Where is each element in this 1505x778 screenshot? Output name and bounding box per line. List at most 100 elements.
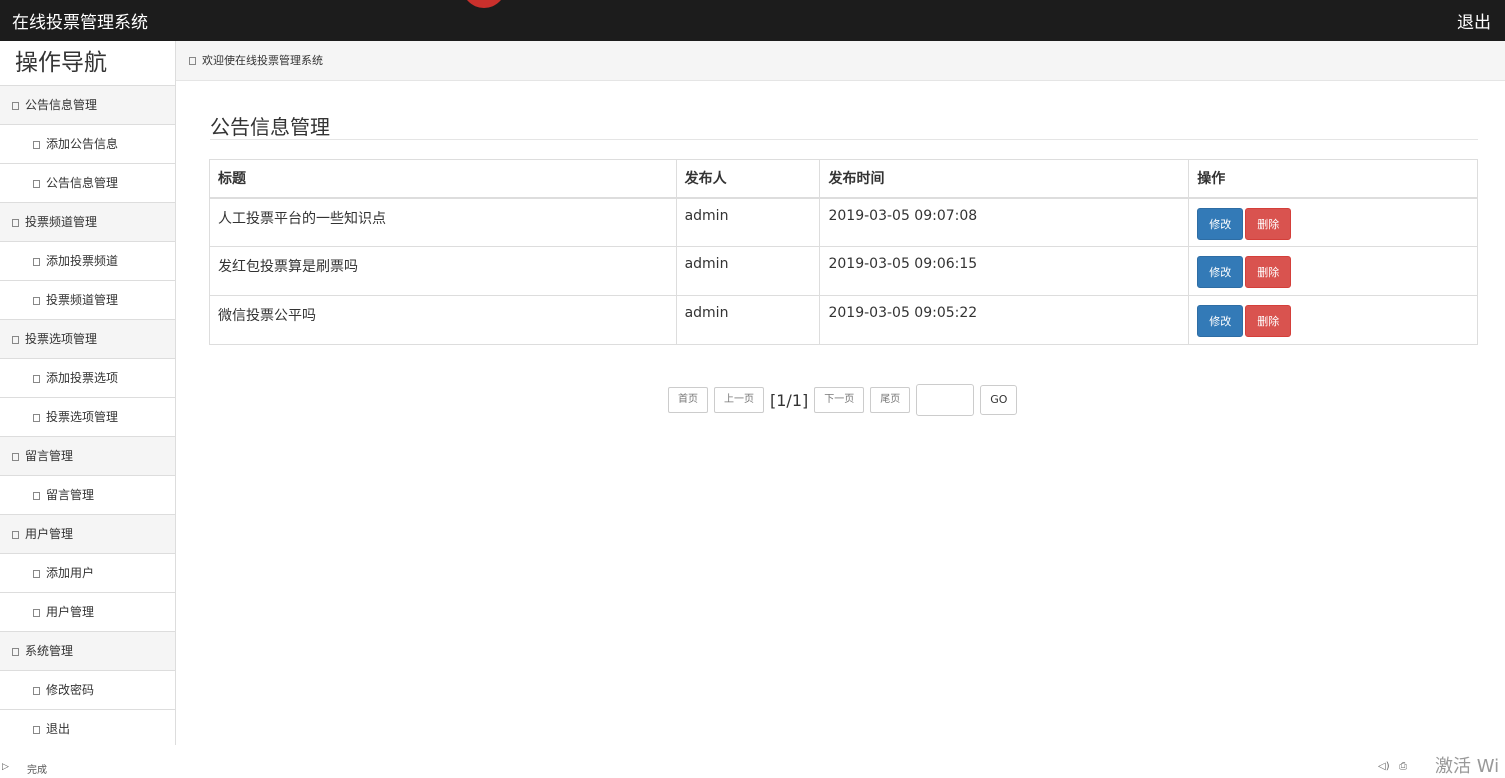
delete-button[interactable]: 删除 [1245, 256, 1292, 288]
tray-icons: ◁) ⎙ [1378, 761, 1407, 772]
column-header-title: 标题 [209, 159, 677, 199]
speaker-icon: ◁) [1378, 761, 1390, 772]
cell-time: 2019-03-05 09:07:08 [819, 197, 1190, 247]
sidebar-group-label: 公告信息管理 [25, 98, 98, 112]
square-icon [33, 375, 40, 383]
sidebar-item-change-password[interactable]: 修改密码 [0, 670, 175, 709]
prev-page-button[interactable]: 上一页 [714, 387, 764, 413]
delete-button[interactable]: 删除 [1245, 305, 1292, 337]
breadcrumb: 欢迎使在线投票管理系统 [176, 41, 1505, 81]
cell-publisher: admin [675, 197, 821, 247]
go-button[interactable]: GO [980, 385, 1018, 415]
sidebar-item-label: 添加公告信息 [46, 137, 119, 151]
square-icon [33, 258, 40, 266]
square-icon [12, 648, 19, 656]
sidebar-item-label: 退出 [46, 722, 71, 736]
square-icon [33, 141, 40, 149]
sidebar-item-manage-messages[interactable]: 留言管理 [0, 475, 175, 514]
top-navbar: 在线投票管理系统 退出 [0, 0, 1505, 41]
table-header-row: 标题 发布人 发布时间 操作 [209, 159, 1478, 199]
next-page-button[interactable]: 下一页 [814, 387, 865, 413]
sidebar-item-add-channel[interactable]: 添加投票频道 [0, 241, 175, 280]
square-icon [33, 414, 40, 422]
sidebar-group-system[interactable]: 系统管理 [0, 631, 175, 670]
sidebar-item-label: 投票选项管理 [46, 410, 119, 424]
sidebar-group-messages[interactable]: 留言管理 [0, 436, 175, 475]
sidebar-group-channels[interactable]: 投票频道管理 [0, 202, 175, 241]
sidebar-item-label: 公告信息管理 [46, 176, 119, 190]
cell-title: 人工投票平台的一些知识点 [209, 197, 677, 247]
sidebar-item-logout[interactable]: 退出 [0, 709, 175, 748]
table-row: 人工投票平台的一些知识点 admin 2019-03-05 09:07:08 修… [209, 197, 1478, 247]
print-icon: ⎙ [1399, 761, 1408, 772]
page-status-icon: ▷ [2, 762, 9, 772]
sidebar-item-manage-users[interactable]: 用户管理 [0, 592, 175, 631]
sidebar-title: 操作导航 [15, 50, 107, 76]
sidebar-item-manage-announcements[interactable]: 公告信息管理 [0, 163, 175, 202]
sidebar: 操作导航 公告信息管理 添加公告信息 公告信息管理 投票频道管理 添加投票频道 … [0, 41, 176, 748]
square-icon [33, 726, 40, 734]
square-icon [33, 492, 40, 500]
sidebar-group-label: 投票选项管理 [25, 332, 98, 346]
cell-actions: 修改 删除 [1188, 197, 1478, 247]
sidebar-group-users[interactable]: 用户管理 [0, 514, 175, 553]
delete-button[interactable]: 删除 [1245, 207, 1292, 240]
sidebar-item-label: 添加用户 [46, 566, 95, 580]
sidebar-item-add-option[interactable]: 添加投票选项 [0, 358, 175, 397]
sidebar-group-label: 留言管理 [25, 449, 74, 463]
square-icon [12, 219, 19, 227]
breadcrumb-text: 欢迎使在线投票管理系统 [202, 54, 323, 67]
sidebar-item-label: 添加投票频道 [46, 254, 119, 268]
sidebar-item-manage-options[interactable]: 投票选项管理 [0, 397, 175, 436]
announcement-table: 标题 发布人 发布时间 操作 人工投票平台的一些知识点 admin 2019-0… [209, 159, 1478, 345]
square-icon [12, 102, 19, 110]
sidebar-group-label: 用户管理 [25, 527, 74, 541]
page-number-input[interactable] [916, 384, 975, 416]
status-bar: ▷ 完成 ◁) ⎙ 激活 Wi [0, 756, 1505, 777]
square-icon [12, 453, 19, 461]
sidebar-group-options[interactable]: 投票选项管理 [0, 319, 175, 358]
sidebar-item-add-announcement[interactable]: 添加公告信息 [0, 124, 175, 163]
column-header-time: 发布时间 [819, 159, 1190, 199]
sidebar-group-announcements[interactable]: 公告信息管理 [0, 85, 175, 124]
table-row: 微信投票公平吗 admin 2019-03-05 09:05:22 修改 删除 [209, 295, 1478, 345]
square-icon [189, 57, 196, 65]
sidebar-item-label: 留言管理 [46, 488, 95, 502]
cell-time: 2019-03-05 09:06:15 [819, 246, 1190, 296]
sidebar-group-label: 投票频道管理 [25, 215, 98, 229]
square-icon [12, 336, 19, 344]
page-info: [1/1] [770, 390, 809, 410]
edit-button[interactable]: 修改 [1197, 305, 1244, 337]
square-icon [33, 687, 40, 695]
cell-publisher: admin [675, 246, 821, 296]
sidebar-item-label: 修改密码 [46, 683, 95, 697]
edit-button[interactable]: 修改 [1197, 207, 1244, 240]
column-header-actions: 操作 [1188, 159, 1478, 199]
sidebar-group-label: 系统管理 [25, 644, 74, 658]
status-text: 完成 [27, 765, 47, 776]
logout-link[interactable]: 退出 [1457, 8, 1491, 33]
column-header-publisher: 发布人 [675, 159, 821, 199]
cell-actions: 修改 删除 [1188, 246, 1478, 296]
cell-title: 微信投票公平吗 [209, 295, 677, 345]
cell-publisher: admin [675, 295, 821, 345]
last-page-button[interactable]: 尾页 [870, 387, 911, 413]
square-icon [12, 531, 19, 539]
edit-button[interactable]: 修改 [1197, 256, 1244, 288]
sidebar-item-label: 投票频道管理 [46, 293, 119, 307]
cell-actions: 修改 删除 [1188, 295, 1478, 345]
square-icon [33, 570, 40, 578]
cell-time: 2019-03-05 09:05:22 [819, 295, 1190, 345]
sidebar-item-add-user[interactable]: 添加用户 [0, 553, 175, 592]
app-title: 在线投票管理系统 [12, 13, 148, 33]
sidebar-item-label: 用户管理 [46, 605, 95, 619]
cell-title: 发红包投票算是刷票吗 [209, 246, 677, 296]
page-title: 公告信息管理 [210, 111, 1478, 140]
square-icon [33, 297, 40, 305]
sidebar-item-label: 添加投票选项 [46, 371, 119, 385]
sidebar-item-manage-channels[interactable]: 投票频道管理 [0, 280, 175, 319]
activation-watermark: 激活 Wi [1435, 756, 1500, 777]
pagination: 首页 上一页 [1/1] 下一页 尾页 GO [668, 384, 1018, 416]
table-row: 发红包投票算是刷票吗 admin 2019-03-05 09:06:15 修改删… [209, 246, 1478, 296]
first-page-button[interactable]: 首页 [668, 387, 708, 413]
